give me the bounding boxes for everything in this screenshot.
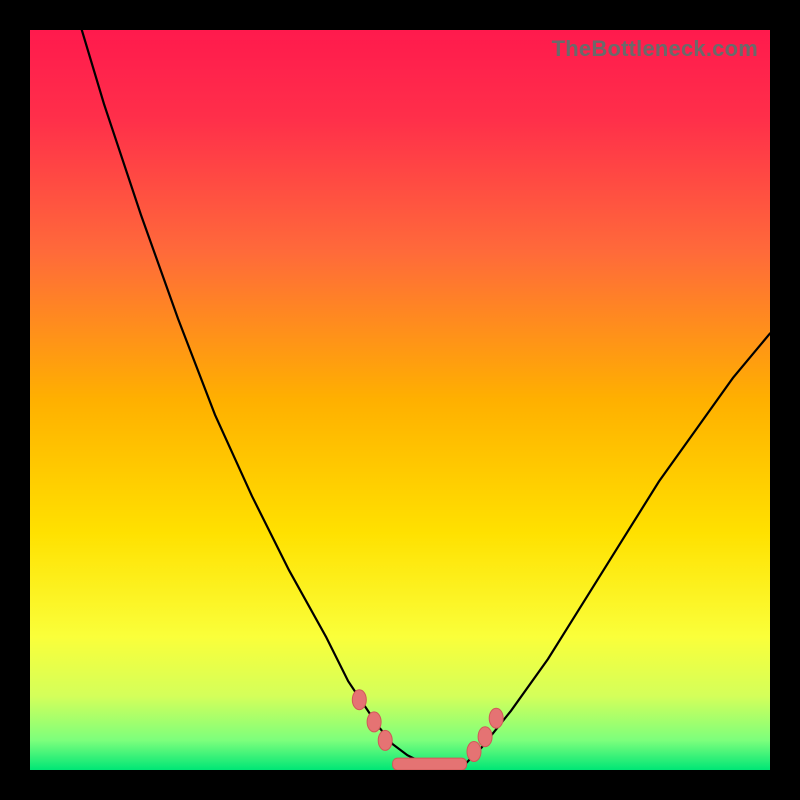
- curve-layer: [30, 30, 770, 770]
- curve-marker: [352, 690, 366, 710]
- plot-area: TheBottleneck.com: [30, 30, 770, 770]
- curve-marker: [467, 742, 481, 762]
- watermark-text: TheBottleneck.com: [552, 36, 758, 62]
- curve-marker: [489, 708, 503, 728]
- marker-group: [352, 690, 503, 762]
- curve-marker: [367, 712, 381, 732]
- bottleneck-curve: [82, 30, 770, 766]
- chart-frame: TheBottleneck.com: [0, 0, 800, 800]
- curve-marker: [378, 730, 392, 750]
- trough-bar: [393, 758, 467, 770]
- curve-marker: [478, 727, 492, 747]
